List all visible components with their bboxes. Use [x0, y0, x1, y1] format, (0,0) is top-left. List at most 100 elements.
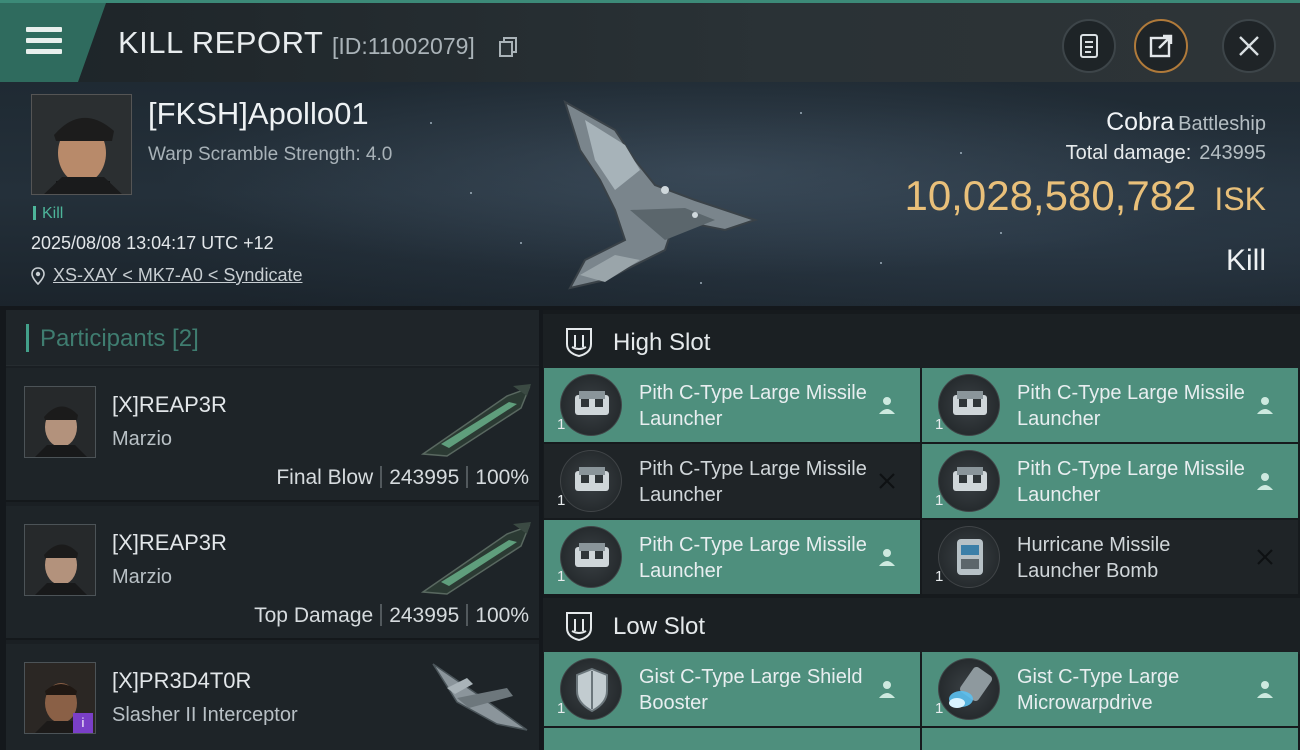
module-name: Pith C-Type Large Missile Launcher	[1017, 458, 1245, 506]
participant-stats: Final Blow 243995 100%	[276, 466, 529, 490]
ship-class: Battleship	[1178, 113, 1266, 135]
module-name: Hurricane Missile Launcher Bomb	[1017, 534, 1171, 582]
participants-label: Participants [2]	[40, 325, 199, 352]
participant-role: Final Blow	[276, 466, 374, 489]
module-item[interactable]: 1 Pith C-Type Large Missile Launcher	[922, 444, 1298, 518]
module-qty: 1	[935, 416, 944, 433]
x-icon	[1257, 549, 1273, 565]
pilot-portrait-image	[32, 95, 131, 194]
module-qty: 1	[557, 568, 566, 585]
module-qty: 1	[935, 700, 944, 717]
isk-unit: ISK	[1214, 181, 1266, 217]
pin-icon	[31, 267, 45, 285]
page-title: KILL REPORT	[118, 25, 324, 60]
hamburger-icon[interactable]	[26, 27, 62, 55]
participant-name: [X]REAP3R	[112, 392, 227, 417]
participant-percent: 100%	[475, 604, 529, 627]
copy-icon[interactable]	[499, 37, 517, 57]
participant-avatar[interactable]	[24, 524, 96, 596]
module-qty: 1	[557, 492, 566, 509]
module-qty: 1	[935, 568, 944, 585]
participant-row[interactable]: i [X]PR3D4T0R Slasher II Interceptor	[6, 644, 539, 750]
module-qty: 1	[557, 416, 566, 433]
clipboard-icon	[1080, 34, 1098, 58]
participant-ship: Marzio	[112, 566, 173, 588]
high-slot-header: High Slot	[543, 314, 1300, 370]
victim-banner: [FKSH]Apollo01 Warp Scramble Strength: 4…	[0, 82, 1300, 306]
module-name: Pith C-Type Large Missile Launcher	[639, 382, 867, 430]
victim-ship: Cobra Battleship	[1106, 108, 1266, 137]
total-damage-value: 243995	[1199, 142, 1266, 164]
participant-damage: 243995	[389, 604, 460, 627]
ship-name: Cobra	[1106, 108, 1175, 136]
participant-percent: 100%	[475, 466, 529, 489]
participant-avatar[interactable]	[24, 386, 96, 458]
module-name: Gist C-Type Large Shield Booster	[639, 666, 863, 714]
person-icon	[879, 397, 895, 414]
person-icon	[879, 549, 895, 566]
share-button[interactable]	[1134, 19, 1188, 73]
module-name: Gist C-Type Large Microwarpdrive	[1017, 666, 1180, 714]
shield-slot-icon	[566, 612, 592, 642]
module-qty: 1	[935, 492, 944, 509]
microwarpdrive-module-icon	[938, 658, 1000, 720]
participant-avatar[interactable]: i	[24, 662, 96, 734]
shield-booster-module-icon	[560, 658, 622, 720]
module-name: Pith C-Type Large Missile Launcher	[639, 534, 867, 582]
module-item[interactable]: 1 Hurricane Missile Launcher Bomb	[922, 520, 1298, 594]
person-icon	[1257, 397, 1273, 414]
kill-datetime: 2025/08/08 13:04:17 UTC +12	[31, 233, 274, 253]
module-item[interactable]	[544, 728, 920, 750]
participant-badge: i	[73, 713, 93, 733]
launcher-module-icon	[560, 374, 622, 436]
clipboard-button[interactable]	[1062, 19, 1116, 73]
module-item[interactable]: 1 Pith C-Type Large Missile Launcher	[922, 368, 1298, 442]
low-slot-header: Low Slot	[543, 598, 1300, 654]
module-item[interactable]: 1 Gist C-Type Large Shield Booster	[544, 652, 920, 726]
person-icon	[1257, 681, 1273, 698]
report-id: [ID:11002079]	[332, 33, 475, 59]
participant-damage: 243995	[389, 466, 460, 489]
menu-button[interactable]	[0, 3, 106, 82]
module-item[interactable]	[922, 728, 1298, 750]
total-damage: Total damage: 243995	[1066, 142, 1266, 165]
participant-name: [X]REAP3R	[112, 530, 227, 555]
participant-ship-image	[432, 663, 528, 731]
pilot-portrait-image	[25, 525, 95, 595]
participant-row[interactable]: [X]REAP3R Marzio Final Blow 243995 100%	[6, 368, 539, 502]
close-button[interactable]	[1222, 19, 1276, 73]
victim-name: [FKSH]Apollo01	[148, 96, 369, 131]
kill-result: Kill	[1225, 244, 1266, 277]
warp-scramble-strength: Warp Scramble Strength: 4.0	[148, 144, 393, 165]
fitting-panel: High Slot 1 Pith C-Type Large Missile La…	[543, 310, 1300, 750]
low-slot-label: Low Slot	[613, 613, 706, 640]
x-icon	[879, 473, 895, 489]
total-damage-label: Total damage:	[1065, 142, 1192, 164]
module-qty: 1	[557, 700, 566, 717]
module-item[interactable]: 1 Pith C-Type Large Missile Launcher	[544, 444, 920, 518]
location-link[interactable]: XS-XAY < MK7-A0 < Syndicate	[53, 265, 302, 285]
module-name: Pith C-Type Large Missile Launcher	[639, 458, 867, 506]
person-icon	[879, 681, 895, 698]
module-item[interactable]: 1 Pith C-Type Large Missile Launcher	[544, 520, 920, 594]
isk-amount: 10,028,580,782	[904, 172, 1197, 219]
participants-panel: Participants [2] [X]REAP3R Marzio Final …	[6, 310, 539, 750]
participant-row[interactable]: [X]REAP3R Marzio Top Damage 243995 100%	[6, 506, 539, 640]
isk-value: 10,028,580,782 ISK	[904, 172, 1266, 220]
participant-name: [X]PR3D4T0R	[112, 668, 252, 693]
kill-location[interactable]: XS-XAY < MK7-A0 < Syndicate	[31, 265, 302, 286]
pilot-portrait-image	[25, 387, 95, 457]
participant-stats: Top Damage 243995 100%	[254, 604, 529, 628]
participant-ship-image	[420, 384, 531, 457]
participant-role: Top Damage	[254, 604, 374, 627]
person-icon	[1257, 473, 1273, 490]
launcher-module-icon	[938, 374, 1000, 436]
participant-ship: Slasher II Interceptor	[112, 704, 298, 726]
kill-tag: Kill	[33, 205, 63, 223]
share-icon	[1149, 34, 1173, 58]
module-item[interactable]: 1 Pith C-Type Large Missile Launcher	[544, 368, 920, 442]
victim-ship-image	[563, 99, 759, 290]
victim-portrait[interactable]	[31, 94, 132, 195]
module-item[interactable]: 1 Gist C-Type Large Microwarpdrive	[922, 652, 1298, 726]
launcher-module-icon	[560, 526, 622, 588]
